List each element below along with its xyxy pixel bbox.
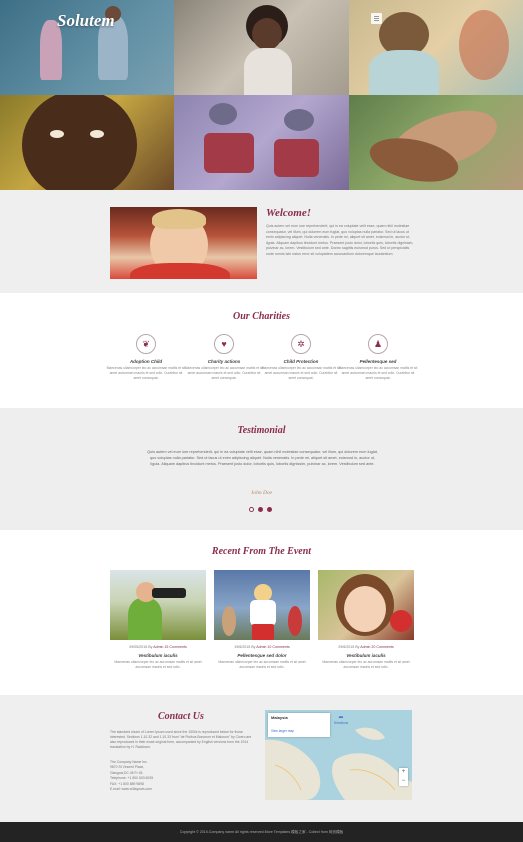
event-text: Maecenas ullamcorper leo ac accumsan mat… — [218, 660, 306, 669]
event-meta: 09/05/2015 By Admin 15 Comments — [129, 645, 187, 649]
map-directions[interactable]: ➦ Directions — [331, 714, 351, 725]
zoom-out-icon[interactable]: − — [399, 777, 408, 786]
welcome-text: Quis autem vel eum iure reprehenderit, q… — [266, 224, 414, 256]
charity-item-adoption[interactable]: ❦ Adoption Child Maecenas ullamcorper le… — [106, 334, 186, 381]
charities-title: Our Charities — [233, 311, 290, 322]
event-author-link[interactable]: Admin — [153, 645, 163, 649]
slider-dot-1[interactable] — [249, 507, 254, 512]
charity-item-actions[interactable]: ♥ Charity actions Maecenas ullamcorper l… — [184, 334, 264, 381]
contact-section — [0, 695, 523, 822]
footer: Copyright © 2015.Company name All rights… — [0, 822, 523, 842]
event-card[interactable]: 19/6/2015 By Admin 10 Comments Pellentes… — [214, 570, 310, 670]
event-title[interactable]: Pellentesque sed dolor — [214, 653, 310, 658]
map-zoom-control[interactable]: + − — [399, 768, 408, 786]
slider-dot-2[interactable] — [258, 507, 263, 512]
charity-label: Child Protection — [283, 359, 319, 364]
heart-icon: ♥ — [214, 334, 234, 354]
charity-item-pellentesque[interactable]: ♟ Pellentesque sed Maecenas ullamcorper … — [338, 334, 418, 381]
welcome-photo-boy — [110, 207, 257, 279]
welcome-section — [0, 190, 523, 293]
event-photo-jumping-girls[interactable] — [214, 570, 310, 640]
events-title: Recent From The Event — [211, 546, 312, 557]
event-author-link[interactable]: Admin — [360, 645, 370, 649]
user-icon: ♟ — [368, 334, 388, 354]
event-meta: 19/6/2015 By Admin 10 Comments — [234, 645, 290, 649]
slider-dot-3[interactable] — [267, 507, 272, 512]
event-meta: 29/6/2015 By Admin 20 Comments — [338, 645, 394, 649]
charity-item-protection[interactable]: ✲ Child Protection Maecenas ullamcorper … — [261, 334, 341, 381]
testimonial-author: John Doe — [250, 490, 273, 496]
contact-title: Contact Us — [158, 711, 204, 722]
charity-label: Adoption Child — [129, 359, 163, 364]
menu-toggle-button[interactable] — [371, 13, 382, 24]
hero-photo-accordion-boys — [174, 95, 349, 190]
hero-gallery: Solutem — [0, 0, 523, 190]
event-card[interactable]: 09/05/2015 By Admin 15 Comments Vestibul… — [110, 570, 206, 670]
footer-copyright: Copyright © 2015.Company name All rights… — [179, 830, 344, 834]
event-comments-link[interactable]: 15 Comments — [164, 645, 186, 649]
map-place-name: Malaysia — [271, 715, 288, 720]
testimonial-title: Testimonial — [237, 425, 286, 436]
event-title[interactable]: Vestibulum iaculis — [110, 653, 206, 658]
testimonial-text: Quis autem vel eum iure reprehenderit, q… — [147, 450, 378, 466]
hero-photo-boy-face — [0, 95, 174, 190]
gear-icon: ✲ — [291, 334, 311, 354]
charity-text: Maecenas ullamcorper leo ac accumsan mat… — [106, 366, 186, 380]
event-comments-link[interactable]: 20 Comments — [371, 645, 393, 649]
event-author-link[interactable]: Admin — [256, 645, 266, 649]
welcome-title: Welcome! — [266, 207, 312, 219]
event-photo-smiling-girl[interactable] — [318, 570, 414, 640]
directions-icon: ➦ — [338, 715, 344, 721]
contact-text: The standard chunk of Lorem Ipsum used s… — [110, 730, 252, 749]
charity-label: Pellentesque sed — [359, 359, 397, 364]
contact-address: The Company Name Inc. 9870 St Vincent Pl… — [110, 760, 258, 792]
hero-photo-holding-hands — [349, 95, 523, 190]
leaf-icon: ❦ — [136, 334, 156, 354]
event-title[interactable]: Vestibulum iaculis — [318, 653, 414, 658]
zoom-in-icon[interactable]: + — [399, 768, 408, 777]
embedded-map[interactable]: Malaysia View larger map ➦ Directions + … — [265, 710, 412, 800]
event-comments-link[interactable]: 10 Comments — [267, 645, 289, 649]
event-photo-binoculars[interactable] — [110, 570, 206, 640]
hero-photo-girl-portrait — [174, 0, 349, 95]
event-text: Maecenas ullamcorper leo ac accumsan mat… — [114, 660, 202, 669]
event-card[interactable]: 29/6/2015 By Admin 20 Comments Vestibulu… — [318, 570, 414, 670]
map-larger-link[interactable]: View larger map — [271, 729, 327, 733]
charity-label: Charity actions — [207, 359, 241, 364]
map-info-card: Malaysia View larger map — [268, 713, 330, 737]
charity-text: Maecenas ullamcorper leo ac accumsan mat… — [261, 366, 341, 380]
email-link[interactable]: E-mail: www.w3layouts.com — [110, 787, 258, 792]
charity-text: Maecenas ullamcorper leo ac accumsan mat… — [338, 366, 418, 380]
charity-text: Maecenas ullamcorper leo ac accumsan mat… — [184, 366, 264, 380]
event-text: Maecenas ullamcorper leo ac accumsan mat… — [322, 660, 410, 669]
site-logo[interactable]: Solutem — [57, 11, 115, 31]
map-directions-label: Directions — [333, 721, 349, 725]
